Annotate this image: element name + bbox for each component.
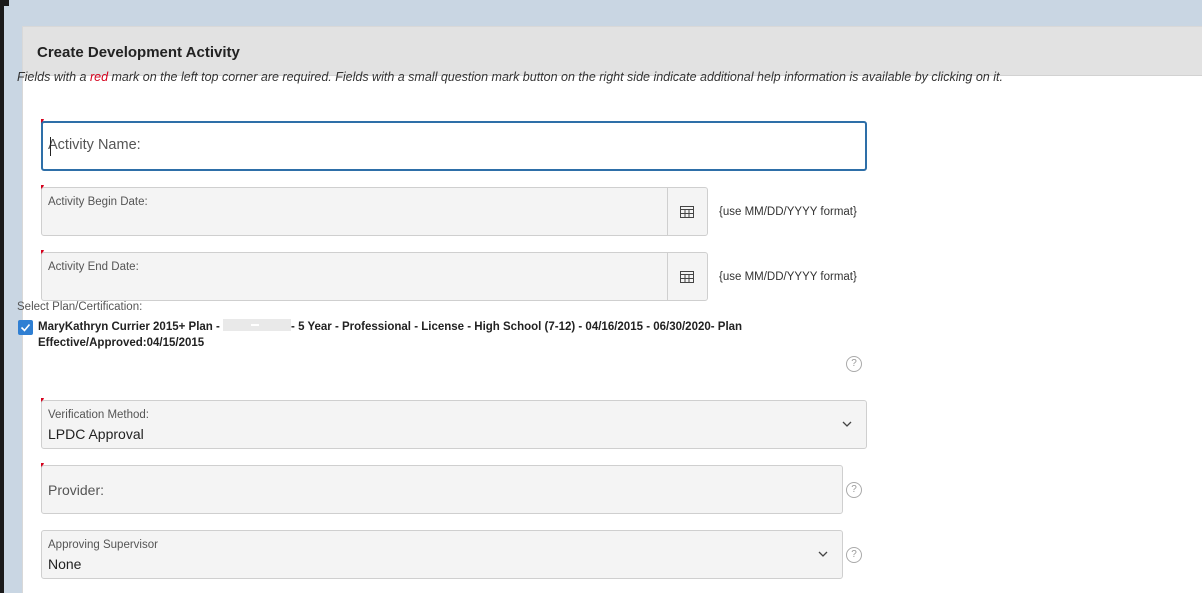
panel-header: Create Development Activity: [23, 27, 1202, 76]
supervisor-help-icon[interactable]: ?: [846, 547, 862, 563]
approving-supervisor-label: Approving Supervisor: [48, 539, 158, 551]
calendar-icon: [680, 206, 694, 218]
verification-method-value: LPDC Approval: [48, 426, 144, 442]
begin-date-calendar-button[interactable]: [667, 188, 707, 235]
begin-date-format-hint: {use MM/DD/YYYY format}: [719, 206, 857, 218]
calendar-icon: [680, 271, 694, 283]
plan-description: MaryKathryn Currier 2015+ Plan - - 5 Yea…: [38, 319, 808, 351]
instructions-part1: Fields with a: [17, 70, 90, 84]
provider-label: Provider:: [48, 482, 105, 498]
end-date-calendar-button[interactable]: [667, 253, 707, 300]
end-date-label: Activity End Date:: [48, 261, 139, 273]
plan-help-icon[interactable]: ?: [846, 356, 862, 372]
activity-name-placeholder: Activity Name:: [48, 137, 141, 153]
activity-name-field[interactable]: Activity Name:: [41, 121, 867, 171]
instructions-red-word: red: [89, 70, 109, 84]
approving-supervisor-value: None: [48, 556, 82, 572]
end-date-field[interactable]: Activity End Date:: [41, 252, 708, 301]
plan-certification-label: Select Plan/Certification:: [17, 301, 143, 313]
redacted-plan-id: [223, 319, 292, 331]
begin-date-field[interactable]: Activity Begin Date:: [41, 187, 708, 236]
window-left-border: [0, 0, 4, 593]
plan-checkbox[interactable]: [18, 320, 33, 335]
required-fields-instructions: Fields with a red mark on the left top c…: [17, 70, 1003, 84]
instructions-part2: mark on the left top corner are required…: [108, 70, 1003, 84]
verification-method-select[interactable]: Verification Method: LPDC Approval: [41, 400, 867, 449]
provider-help-icon[interactable]: ?: [846, 482, 862, 498]
window-top-strip: [0, 0, 1202, 6]
verification-method-label: Verification Method:: [48, 409, 150, 421]
panel-title: Create Development Activity: [37, 44, 240, 61]
approving-supervisor-select[interactable]: Approving Supervisor None: [41, 530, 843, 579]
text-caret: [50, 137, 51, 156]
chevron-down-icon: [818, 551, 828, 557]
end-date-format-hint: {use MM/DD/YYYY format}: [719, 271, 857, 283]
plan-text-before: MaryKathryn Currier 2015+ Plan -: [38, 321, 224, 333]
checkmark-icon: [20, 323, 31, 332]
begin-date-label: Activity Begin Date:: [48, 196, 148, 208]
chevron-down-icon: [842, 421, 852, 427]
provider-field[interactable]: Provider:: [41, 465, 843, 514]
